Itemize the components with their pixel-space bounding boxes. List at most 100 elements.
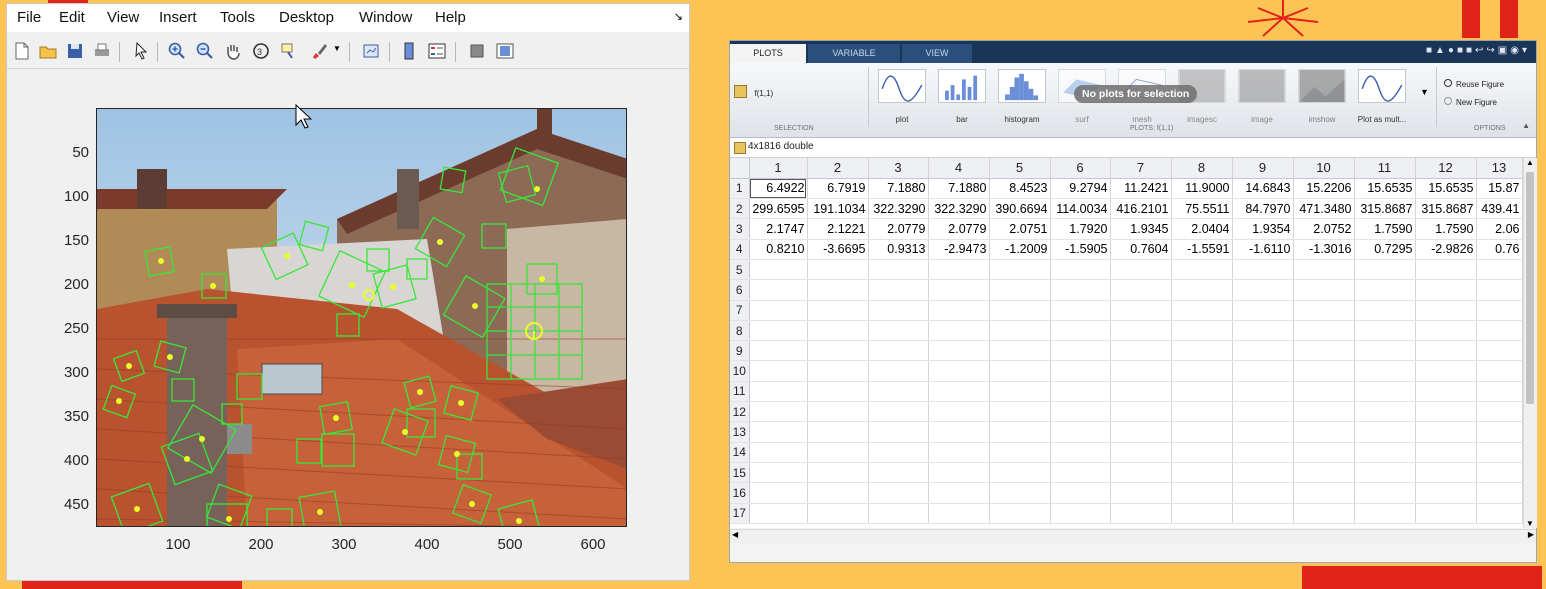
- column-header[interactable]: 5: [989, 158, 1051, 179]
- table-cell[interactable]: 390.6694: [989, 198, 1051, 220]
- table-cell[interactable]: [1354, 259, 1416, 281]
- table-cell[interactable]: 9.2794: [1050, 178, 1111, 200]
- menu-tools[interactable]: Tools: [220, 9, 255, 26]
- table-cell[interactable]: [868, 360, 929, 382]
- column-header[interactable]: 12: [1415, 158, 1477, 179]
- vertical-scrollbar[interactable]: ▲ ▼: [1523, 158, 1537, 528]
- table-cell[interactable]: [1232, 421, 1294, 443]
- table-cell[interactable]: [1110, 421, 1172, 443]
- column-header[interactable]: 1: [749, 158, 808, 179]
- table-cell[interactable]: [928, 462, 990, 484]
- table-cell[interactable]: [1232, 340, 1294, 362]
- table-cell[interactable]: [989, 360, 1051, 382]
- table-cell[interactable]: 315.8687: [1415, 198, 1477, 220]
- table-cell[interactable]: [1232, 259, 1294, 281]
- reuse-figure-option[interactable]: Reuse Figure: [1444, 79, 1504, 89]
- row-header[interactable]: 8: [730, 320, 750, 342]
- table-cell[interactable]: [1415, 462, 1477, 484]
- new-figure-icon[interactable]: [12, 41, 32, 61]
- table-cell[interactable]: [1232, 503, 1294, 524]
- table-cell[interactable]: [749, 340, 808, 362]
- table-cell[interactable]: [1232, 320, 1294, 342]
- row-header[interactable]: 10: [730, 360, 750, 382]
- row-header[interactable]: 7: [730, 300, 750, 321]
- table-cell[interactable]: [1050, 482, 1111, 504]
- table-cell[interactable]: [989, 442, 1051, 463]
- column-header[interactable]: 3: [868, 158, 929, 179]
- table-cell[interactable]: [1171, 421, 1233, 443]
- scroll-thumb[interactable]: [1526, 172, 1534, 404]
- table-cell[interactable]: [868, 381, 929, 403]
- table-cell[interactable]: [1171, 300, 1233, 321]
- table-cell[interactable]: [1050, 320, 1111, 342]
- table-cell[interactable]: [1050, 340, 1111, 362]
- table-cell[interactable]: -1.5591: [1171, 239, 1233, 260]
- table-cell[interactable]: -2.9473: [928, 239, 990, 260]
- table-cell[interactable]: [1293, 320, 1355, 342]
- table-cell[interactable]: 2.1221: [807, 218, 869, 240]
- print-icon[interactable]: [92, 41, 112, 61]
- table-cell[interactable]: [1293, 360, 1355, 382]
- table-cell[interactable]: 1.7920: [1050, 218, 1111, 240]
- corner-cell[interactable]: [730, 158, 750, 179]
- table-cell[interactable]: 299.6595: [749, 198, 808, 220]
- table-cell[interactable]: [1415, 401, 1477, 423]
- table-cell[interactable]: 15.2206: [1293, 178, 1355, 200]
- table-cell[interactable]: 0.9313: [868, 239, 929, 260]
- table-cell[interactable]: [1415, 360, 1477, 382]
- gallery-plot-as-multiple[interactable]: Plot as mult...: [1356, 69, 1408, 124]
- table-cell[interactable]: [807, 320, 869, 342]
- table-cell[interactable]: [749, 360, 808, 382]
- menu-help[interactable]: Help: [435, 9, 466, 26]
- table-cell[interactable]: [1232, 279, 1294, 301]
- table-cell[interactable]: 8.4523: [989, 178, 1051, 200]
- table-cell[interactable]: [749, 442, 808, 463]
- table-cell[interactable]: [1354, 482, 1416, 504]
- table-cell[interactable]: [1354, 340, 1416, 362]
- table-cell[interactable]: 2.1747: [749, 218, 808, 240]
- pan-icon[interactable]: [223, 41, 243, 61]
- table-cell[interactable]: [1171, 442, 1233, 463]
- table-cell[interactable]: 11.2421: [1110, 178, 1172, 200]
- table-cell[interactable]: [928, 279, 990, 301]
- table-cell[interactable]: [807, 401, 869, 423]
- table-cell[interactable]: [1293, 340, 1355, 362]
- table-cell[interactable]: [807, 300, 869, 321]
- table-cell[interactable]: -2.9826: [1415, 239, 1477, 260]
- row-header[interactable]: 17: [730, 503, 750, 524]
- table-cell[interactable]: [928, 300, 990, 321]
- table-cell[interactable]: [1232, 300, 1294, 321]
- table-cell[interactable]: [1476, 462, 1523, 484]
- table-cell[interactable]: [1476, 360, 1523, 382]
- table-cell[interactable]: [1171, 279, 1233, 301]
- table-cell[interactable]: [1110, 401, 1172, 423]
- table-cell[interactable]: 75.5511: [1171, 198, 1233, 220]
- table-cell[interactable]: [807, 421, 869, 443]
- table-cell[interactable]: [928, 503, 990, 524]
- row-header[interactable]: 11: [730, 381, 750, 403]
- table-cell[interactable]: [1354, 381, 1416, 403]
- table-cell[interactable]: 191.1034: [807, 198, 869, 220]
- tab-variable[interactable]: VARIABLE: [808, 44, 900, 63]
- table-cell[interactable]: [1354, 401, 1416, 423]
- table-cell[interactable]: 322.3290: [868, 198, 929, 220]
- table-cell[interactable]: 1.9345: [1110, 218, 1172, 240]
- table-cell[interactable]: [807, 360, 869, 382]
- table-cell[interactable]: [1415, 340, 1477, 362]
- menu-edit[interactable]: Edit: [59, 9, 85, 26]
- variable-grid[interactable]: 1 2 3 4 5 6 7 8 9 10 11 12 13 1 6.4922 6.7919 7.1880 7.18…: [730, 158, 1523, 528]
- table-cell[interactable]: 14.6843: [1232, 178, 1294, 200]
- table-cell[interactable]: 416.2101: [1110, 198, 1172, 220]
- table-cell[interactable]: [868, 462, 929, 484]
- table-cell[interactable]: [1050, 300, 1111, 321]
- link-plot-icon[interactable]: [361, 41, 381, 61]
- table-cell[interactable]: [1110, 503, 1172, 524]
- table-cell[interactable]: [1354, 442, 1416, 463]
- table-cell[interactable]: [989, 320, 1051, 342]
- table-cell[interactable]: [749, 300, 808, 321]
- table-cell[interactable]: 6.7919: [807, 178, 869, 200]
- table-cell[interactable]: [807, 381, 869, 403]
- table-cell[interactable]: 315.8687: [1354, 198, 1416, 220]
- table-cell[interactable]: 2.06: [1476, 218, 1523, 240]
- table-cell[interactable]: [1171, 360, 1233, 382]
